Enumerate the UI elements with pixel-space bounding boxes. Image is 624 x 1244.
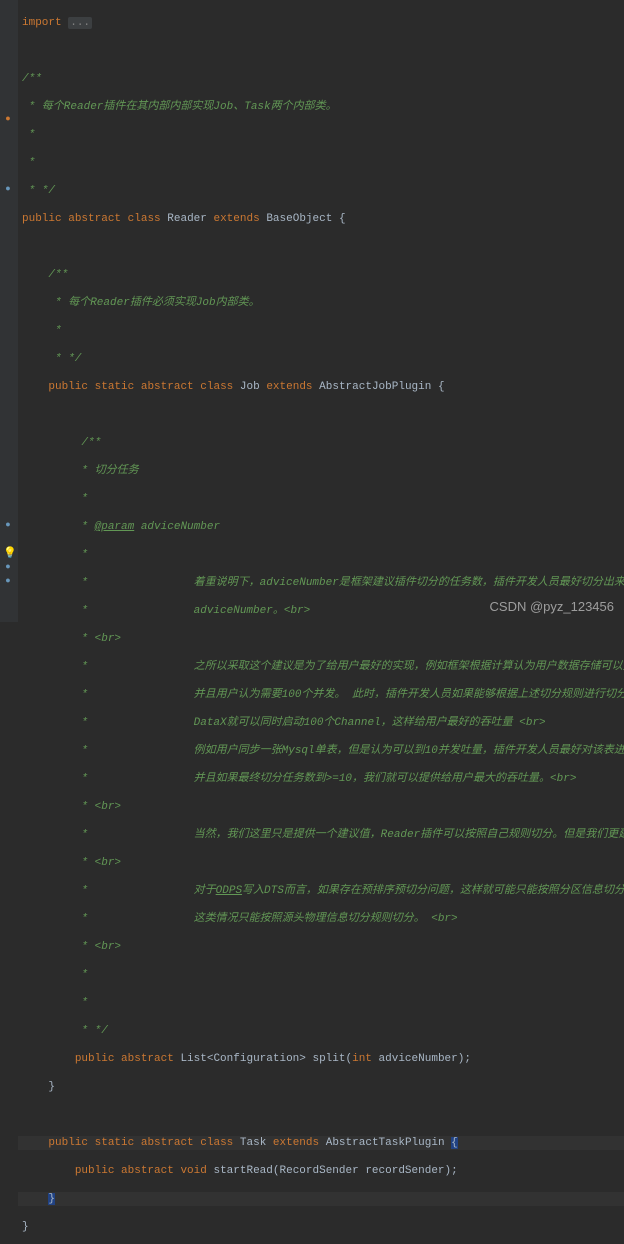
comment: *	[22, 157, 35, 169]
keyword: import	[22, 17, 62, 29]
comment: *	[22, 129, 35, 141]
doc-tag: @param	[95, 521, 135, 533]
comment: * 每个Reader插件在其内部内部实现Job、Task两个内部类。	[22, 101, 337, 113]
comment: /**	[22, 73, 42, 85]
gutter: ● ● ● 💡 ● ●	[0, 0, 18, 622]
override-icon[interactable]: ●	[3, 184, 13, 194]
override-icon[interactable]: ●	[3, 114, 13, 124]
watermark: CSDN @pyz_123456	[490, 599, 614, 614]
override-icon[interactable]: ●	[3, 576, 13, 586]
override-icon[interactable]: ●	[3, 562, 13, 572]
bulb-icon[interactable]: 💡	[3, 549, 13, 559]
override-icon[interactable]: ●	[3, 520, 13, 530]
code-editor[interactable]: ● ● ● 💡 ● ● import ... /** * 每个Reader插件在…	[0, 0, 624, 622]
comment: * */	[22, 185, 55, 197]
doc-link[interactable]: ODPS	[216, 885, 242, 897]
code-area[interactable]: import ... /** * 每个Reader插件在其内部内部实现Job、T…	[18, 0, 624, 622]
fold-marker[interactable]: ...	[68, 17, 92, 29]
